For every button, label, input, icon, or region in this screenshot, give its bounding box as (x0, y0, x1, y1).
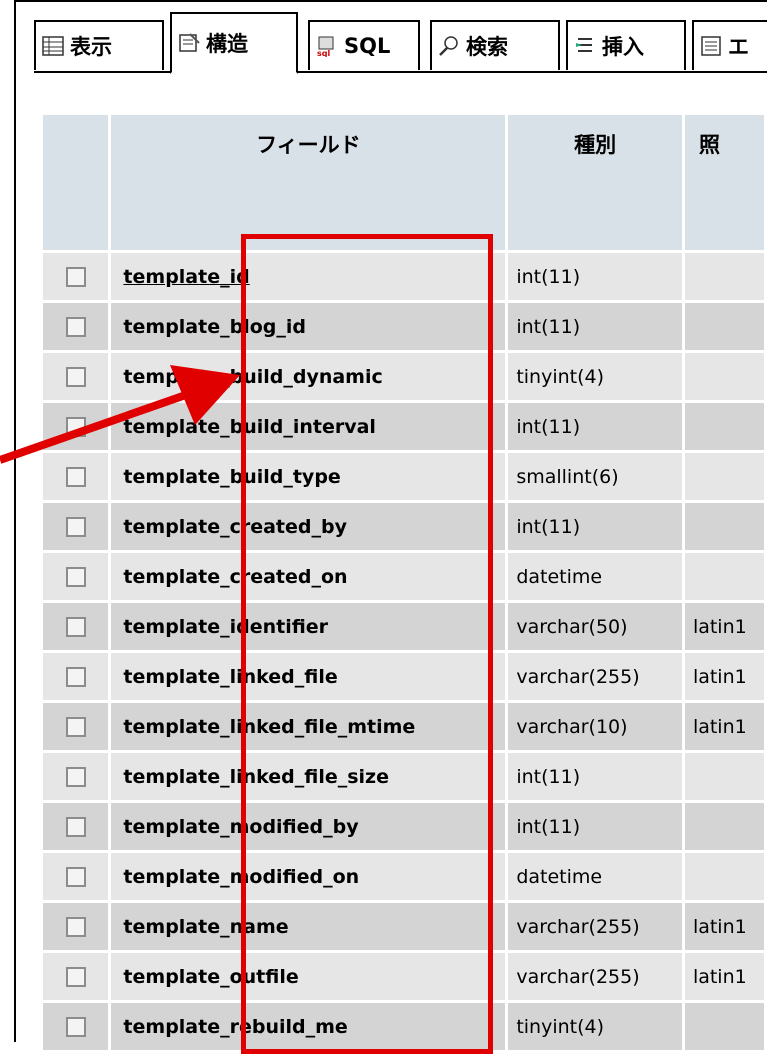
annotation-arrow-icon (0, 365, 240, 464)
